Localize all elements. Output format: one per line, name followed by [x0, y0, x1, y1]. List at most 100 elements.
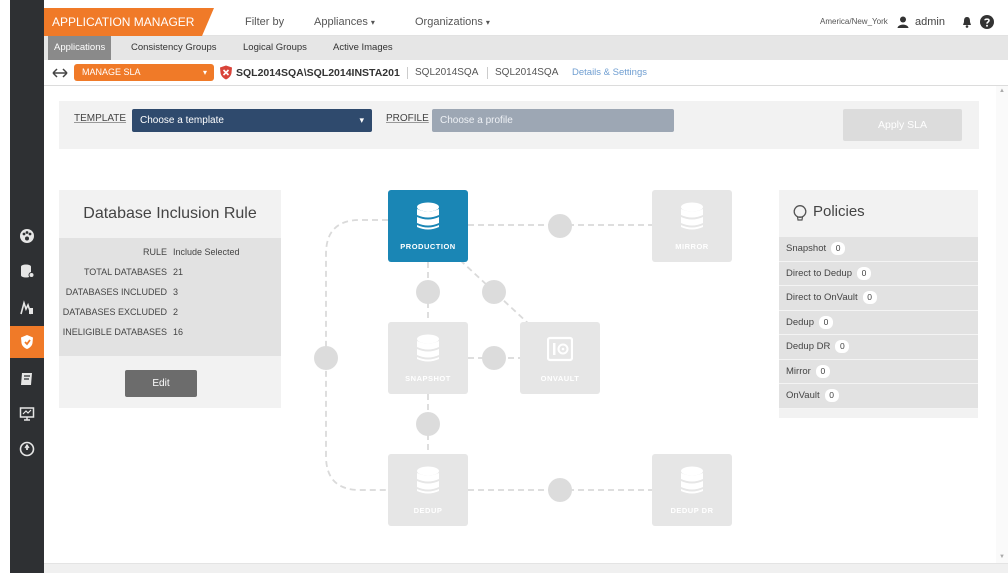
filter-by-label: Filter by — [245, 16, 285, 28]
horizontal-scrollbar[interactable] — [44, 563, 1008, 573]
policy-count: 0 — [815, 364, 830, 378]
breadcrumb-item[interactable]: SQL2014SQA — [415, 60, 478, 86]
chevron-down-icon: ▾ — [202, 68, 207, 77]
app-title[interactable]: APPLICATION MANAGER — [44, 8, 202, 36]
sla-diagram: PRODUCTION MIRROR SNAPSHOT ONVAULT DEDUP… — [300, 180, 760, 540]
node-production[interactable]: PRODUCTION — [388, 190, 468, 262]
policy-count: 0 — [862, 291, 877, 304]
lightbulb-icon — [793, 205, 807, 221]
profile-select[interactable]: Choose a profile — [432, 109, 674, 132]
appliances-label: Appliances — [314, 16, 368, 28]
app-manager-icon[interactable] — [16, 260, 38, 282]
policy-item[interactable]: Dedup 0 — [779, 311, 978, 335]
tab-applications[interactable]: Applications — [48, 36, 112, 60]
report-icon[interactable] — [16, 368, 38, 390]
policy-item[interactable]: Direct to Dedup 0 — [779, 262, 978, 286]
policy-count: 0 — [857, 266, 872, 280]
vault-icon — [547, 336, 573, 362]
db-row-value: 21 — [173, 267, 184, 277]
edit-button[interactable]: Edit — [125, 370, 197, 397]
tab-consistency-groups[interactable]: Consistency Groups — [125, 36, 223, 60]
connector-dot-snapshot[interactable] — [416, 280, 440, 304]
policy-label: Snapshot — [786, 243, 827, 254]
template-bar: TEMPLATE Choose a template ▾ PROFILE Cho… — [59, 101, 979, 149]
app-title-tip — [202, 8, 214, 36]
filter-by-menu[interactable]: Filter by — [245, 8, 284, 36]
timezone-label[interactable]: America/New_York — [820, 8, 888, 36]
template-select-value: Choose a template — [140, 115, 224, 126]
breadcrumb-item[interactable]: SQL2014SQA — [495, 60, 558, 86]
db-row-key: DATABASES INCLUDED — [65, 287, 167, 297]
breadcrumb: MANAGE SLA ▾ SQL2014SQA\SQL2014INSTA201 … — [44, 60, 1008, 86]
manage-sla-dropdown[interactable]: MANAGE SLA ▾ — [74, 64, 214, 81]
scroll-up-icon[interactable]: ▲ — [999, 88, 1005, 94]
policy-label: Mirror — [786, 365, 811, 377]
db-row-key: TOTAL DATABASES — [83, 267, 167, 277]
db-included-row: DATABASES INCLUDED 3 — [59, 282, 281, 302]
database-inclusion-rows: RULE Include Selected TOTAL DATABASES 21 D… — [59, 238, 281, 356]
tab-logical-groups[interactable]: Logical Groups — [237, 36, 313, 60]
policy-item[interactable]: Snapshot 0 — [779, 237, 978, 262]
policy-count: 0 — [835, 340, 850, 353]
user-name[interactable]: admin — [915, 8, 945, 36]
node-dedup-dr[interactable]: DEDUP DR — [652, 454, 732, 526]
connector-dot-snapshot-onvault[interactable] — [482, 346, 506, 370]
power-icon[interactable] — [16, 438, 38, 460]
organizations-menu[interactable]: Organizations ▾ — [415, 8, 490, 36]
policies-title: Policies — [813, 203, 865, 220]
database-icon — [417, 334, 439, 362]
scroll-down-icon[interactable]: ▼ — [999, 554, 1005, 560]
node-snapshot[interactable]: SNAPSHOT — [388, 322, 468, 394]
template-select[interactable]: Choose a template ▾ — [132, 109, 372, 132]
help-icon[interactable] — [980, 15, 994, 29]
appliances-menu[interactable]: Appliances ▾ — [314, 8, 375, 36]
policy-count: 0 — [819, 315, 833, 329]
tab-active-images[interactable]: Active Images — [327, 36, 399, 60]
policy-item[interactable]: Direct to OnVault 0 — [779, 286, 978, 311]
chevron-down-icon: ▾ — [359, 115, 364, 125]
db-row-key: INELIGIBLE DATABASES — [62, 327, 167, 337]
bell-icon[interactable] — [961, 16, 973, 28]
sla-architect-icon[interactable] — [10, 326, 44, 358]
policies-list: Snapshot 0 Direct to Dedup 0 Direct to OnV… — [779, 237, 978, 409]
policy-count: 0 — [831, 242, 846, 255]
vertical-scrollbar[interactable]: ▲ ▼ — [996, 86, 1008, 564]
left-rail-edge — [0, 0, 10, 573]
sub-nav: Applications Consistency Groups Logical … — [44, 36, 1008, 60]
db-excluded-row: DATABASES EXCLUDED 2 — [59, 302, 281, 322]
node-mirror[interactable]: MIRROR — [652, 190, 732, 262]
policy-item[interactable]: Mirror 0 — [779, 360, 978, 384]
connector-dot-onvault[interactable] — [482, 280, 506, 304]
db-row-value: Include Selected — [173, 247, 240, 257]
database-inclusion-panel: Database Inclusion Rule RULE Include Sele… — [59, 190, 281, 408]
node-label: ONVAULT — [540, 374, 580, 383]
node-onvault[interactable]: ONVAULT — [520, 322, 600, 394]
breadcrumb-separator — [487, 67, 488, 79]
connector-dot-dedup-dr[interactable] — [548, 478, 572, 502]
domain-manager-icon[interactable] — [16, 403, 38, 425]
connector-dot-mirror[interactable] — [548, 214, 572, 238]
policy-label: OnVault — [786, 390, 820, 401]
connector-dot-direct-dedup[interactable] — [314, 346, 338, 370]
dashboard-icon[interactable] — [16, 225, 38, 247]
organizations-label: Organizations — [415, 16, 483, 28]
shield-icon — [220, 65, 232, 80]
policy-item[interactable]: OnVault 0 — [779, 384, 978, 409]
node-label: DEDUP DR — [670, 506, 714, 515]
details-settings-link[interactable]: Details & Settings — [572, 60, 647, 86]
node-dedup[interactable]: DEDUP — [388, 454, 468, 526]
apply-sla-button[interactable]: Apply SLA — [843, 109, 962, 141]
connector-dot-dedup[interactable] — [416, 412, 440, 436]
db-rule-row: RULE Include Selected — [59, 242, 281, 262]
policy-item[interactable]: Dedup DR 0 — [779, 335, 978, 360]
policy-count: 0 — [824, 389, 839, 402]
node-label: DEDUP — [413, 506, 443, 515]
chevron-down-icon: ▾ — [485, 18, 490, 27]
monitor-icon[interactable] — [16, 297, 38, 319]
back-forward-icon[interactable] — [52, 66, 68, 80]
profile-label: PROFILE — [386, 113, 429, 124]
policy-label: Direct to Dedup — [786, 267, 853, 279]
node-label: PRODUCTION — [400, 242, 456, 251]
db-row-value: 16 — [173, 327, 184, 337]
user-icon[interactable] — [897, 16, 909, 28]
